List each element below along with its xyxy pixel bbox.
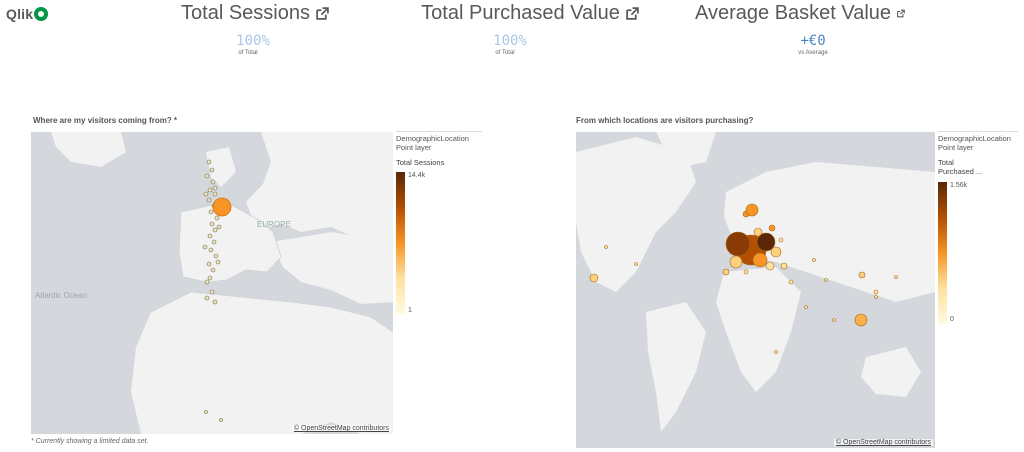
map-attribution[interactable]: © OpenStreetMap contributors	[833, 439, 933, 446]
kpi-title: Total Sessions	[181, 2, 310, 24]
right-chart-title: From which locations are visitors purcha…	[576, 116, 754, 125]
external-link-icon[interactable]	[316, 7, 329, 20]
legend-layer-type: Point layer	[938, 143, 974, 152]
legend-min: 0	[950, 316, 954, 323]
map-canvas	[51, 132, 393, 434]
left-map-legend: DemographicLocation Point layer Total Se…	[396, 131, 482, 167]
qlik-logo[interactable]: Qlik	[6, 6, 49, 22]
kpi-value: 100%	[236, 33, 270, 49]
kpi-title: Average Basket Value	[695, 2, 892, 24]
map-label-europe: EUROPE	[257, 220, 291, 229]
largest-session-point	[212, 197, 232, 217]
legend-max: 14.4k	[408, 172, 426, 179]
kpi-value: +€0	[800, 33, 826, 49]
legend-measure: Total Purchased ...	[938, 158, 983, 176]
kpi-total-purchased-value[interactable]: Total Purchased Value 100% of Total	[420, 2, 640, 56]
legend-divider	[396, 131, 482, 132]
legend-max: 1.56k	[950, 182, 968, 189]
legend-layer-name: DemographicLocation	[938, 134, 1011, 143]
purchases-location-map[interactable]: © OpenStreetMap contributors	[576, 132, 935, 448]
legend-measure: Total Sessions	[396, 158, 445, 167]
legend-min: 1	[408, 307, 412, 314]
logo-q-icon	[34, 7, 49, 21]
visitors-origin-map[interactable]: EUROPE Atlantic Ocean © OpenStreetMap co…	[31, 132, 393, 434]
kpi-value: 100%	[493, 33, 527, 49]
logo-text: Qlik	[6, 6, 34, 22]
legend-layer-type: Point layer	[396, 143, 432, 152]
kpi-sub: of Total	[495, 50, 515, 56]
map-label-ocean: Atlantic Ocean	[35, 291, 88, 300]
map-attribution[interactable]: © OpenStreetMap contributors	[291, 425, 391, 432]
legend-divider	[938, 131, 1018, 132]
external-link-icon[interactable]	[897, 7, 905, 20]
kpi-title: Total Purchased Value	[421, 2, 620, 24]
kpi-total-sessions[interactable]: Total Sessions 100% of Total	[180, 2, 330, 56]
kpi-average-basket-value[interactable]: Average Basket Value +€0 vs Average	[695, 2, 905, 56]
kpi-sub: vs Average	[798, 50, 828, 56]
right-legend-gradient	[938, 182, 947, 324]
kpi-sub: of Total	[238, 50, 258, 56]
right-map-legend: DemographicLocation Point layer Total Pu…	[938, 131, 1018, 176]
footnote: * Currently showing a limited data set.	[31, 438, 149, 445]
external-link-icon[interactable]	[626, 7, 639, 20]
map-canvas	[576, 132, 935, 432]
left-chart-title: Where are my visitors coming from? *	[33, 116, 178, 125]
legend-layer-name: DemographicLocation	[396, 134, 469, 143]
left-legend-gradient	[396, 172, 405, 314]
